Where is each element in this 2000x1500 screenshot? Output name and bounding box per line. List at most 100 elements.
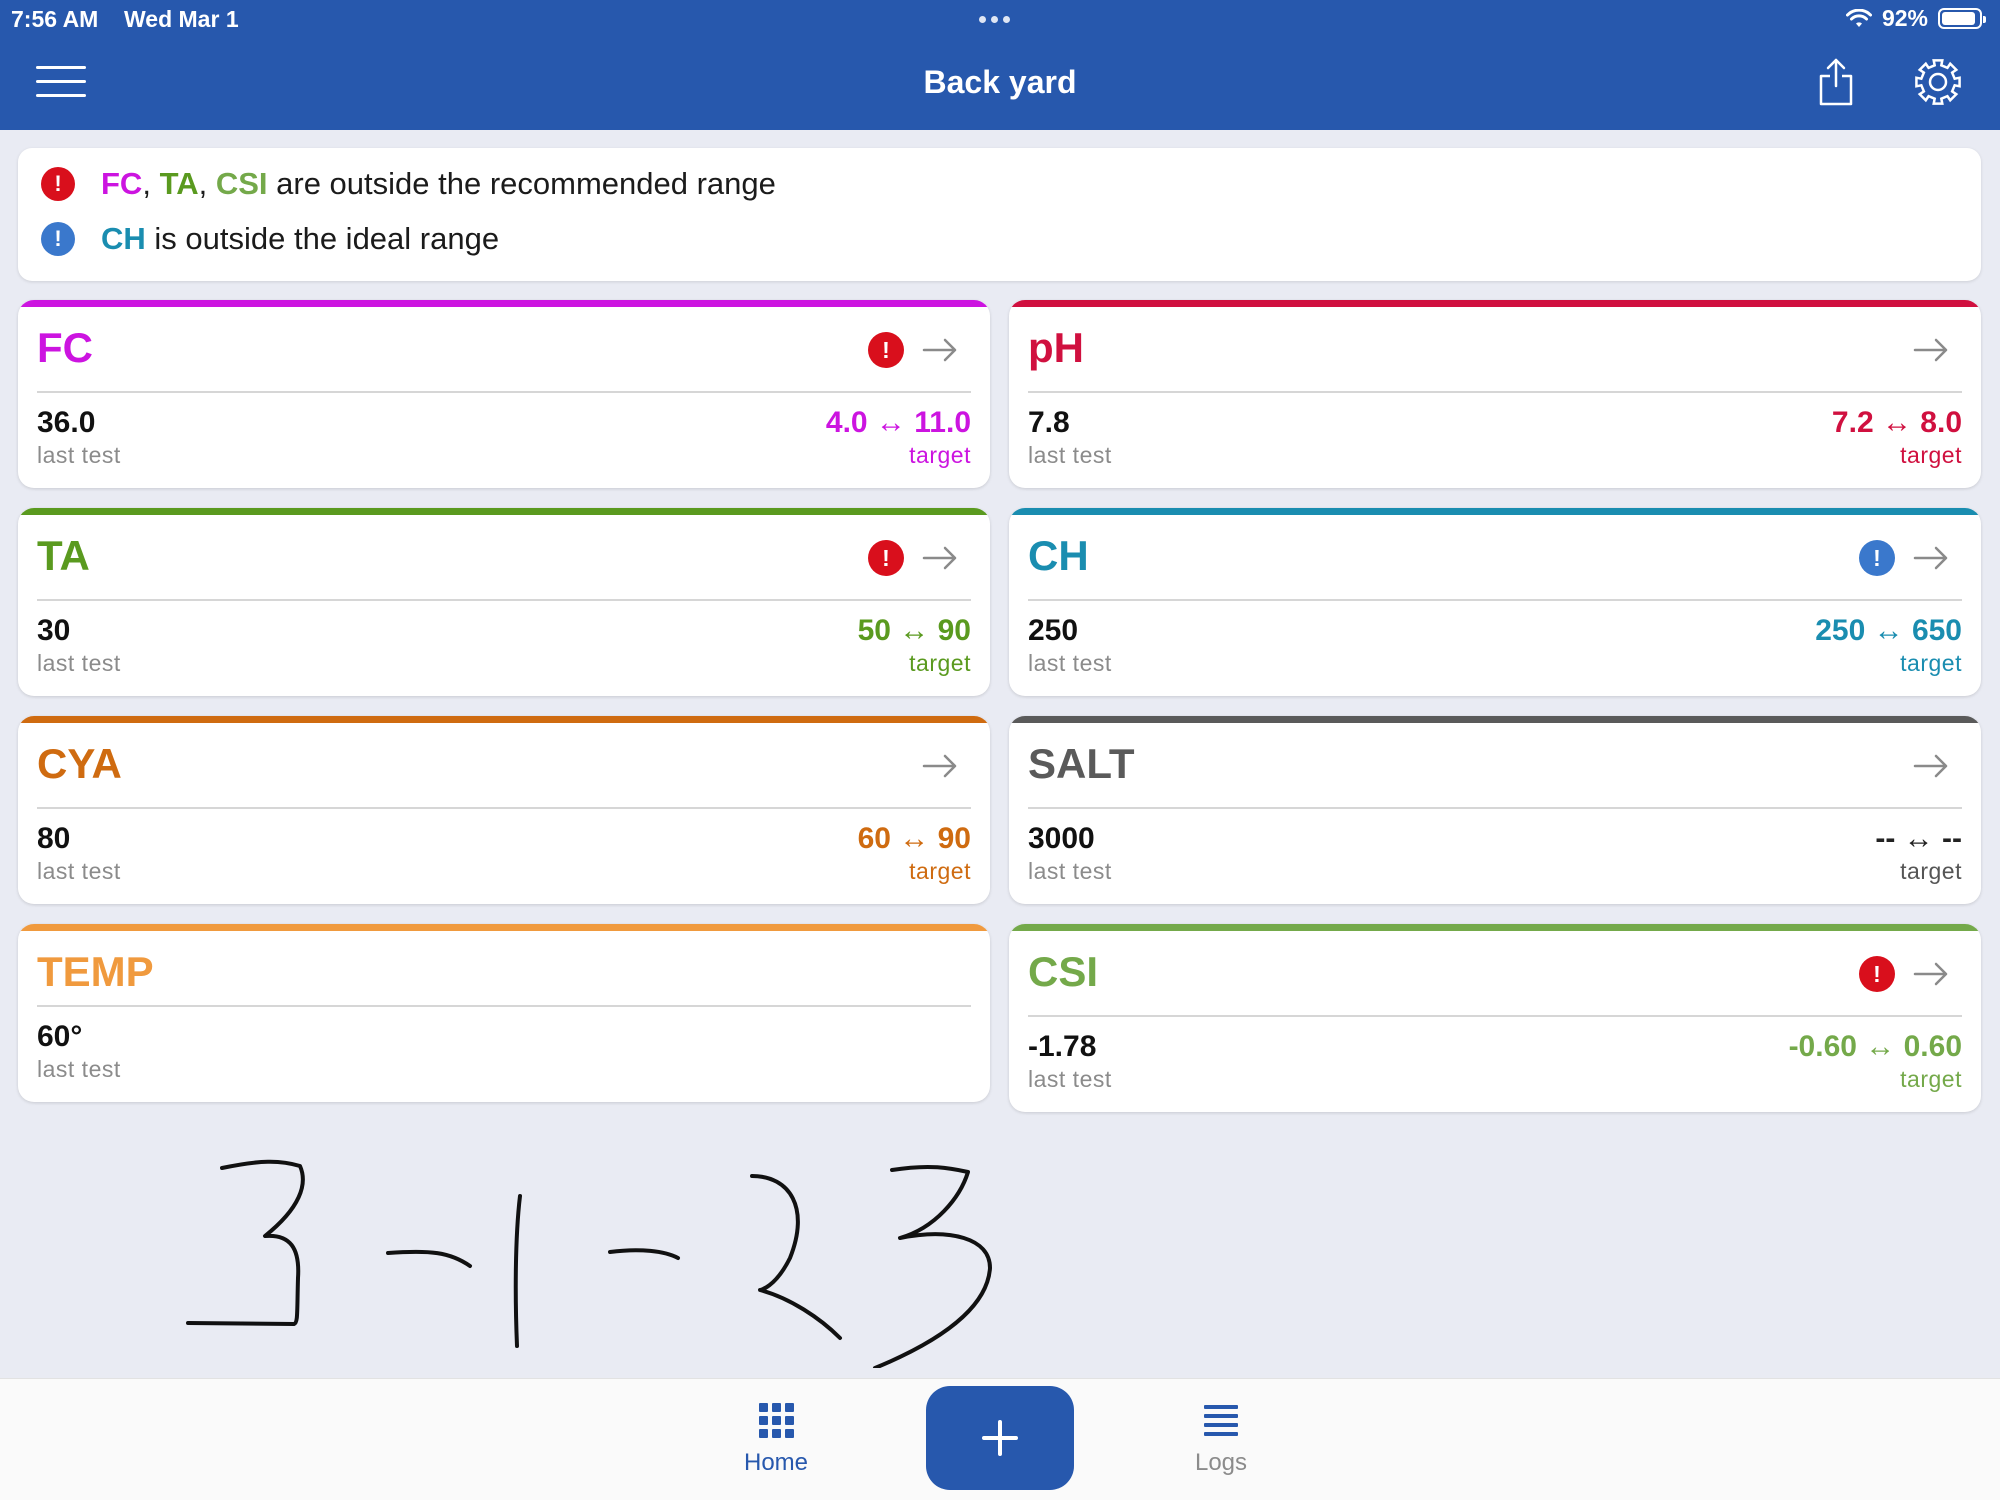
last-test-label: last test <box>37 1056 121 1082</box>
card-accent-bar <box>18 300 990 307</box>
card-title: CSI <box>1028 948 1099 995</box>
card-ph[interactable]: pH 7.8 last test 7.2 ↔ 8.0 target <box>1009 300 1981 488</box>
arrow-right-icon[interactable] <box>1911 746 1951 786</box>
info-exclamation-icon: ! <box>41 222 75 256</box>
target-label: target <box>1900 858 1962 884</box>
status-right: 92% <box>1845 5 1986 32</box>
info-exclamation-icon: ! <box>1859 540 1895 576</box>
card-csi[interactable]: CSI! -1.78 last test -0.60 ↔ 0.60 target <box>1009 924 1981 1112</box>
card-divider <box>1028 1015 1962 1017</box>
last-test-label: last test <box>37 858 121 884</box>
card-divider <box>1028 807 1962 809</box>
last-test-value: 80 <box>37 822 71 855</box>
last-test-label: last test <box>37 650 121 676</box>
range-alert-banner: ! FC, TA, CSI are outside the recommende… <box>18 148 1981 281</box>
alert-text: FC, TA, CSI are outside the recommended … <box>101 166 776 201</box>
card-title: CH <box>1028 532 1089 579</box>
alert-param-ch: CH <box>101 221 146 256</box>
arrow-right-icon[interactable] <box>1911 330 1951 370</box>
card-cya[interactable]: CYA 80 last test 60 ↔ 90 target <box>18 716 990 904</box>
exclamation-circle-icon: ! <box>1859 956 1895 992</box>
tab-logs-label: Logs <box>1194 1449 1248 1476</box>
card-title: CYA <box>37 740 122 787</box>
target-range: -- ↔ -- <box>1875 822 1962 855</box>
last-test-label: last test <box>1028 650 1112 676</box>
exclamation-circle-icon: ! <box>41 167 75 201</box>
last-test-label: last test <box>1028 442 1112 468</box>
card-divider <box>1028 599 1962 601</box>
target-range: 4.0 ↔ 11.0 <box>825 406 971 439</box>
target-range: 60 ↔ 90 <box>857 822 971 855</box>
gear-icon[interactable] <box>1912 56 1964 108</box>
card-title: TEMP <box>37 948 154 995</box>
status-date: Wed Mar 1 <box>124 6 239 32</box>
target-label: target <box>1900 650 1962 676</box>
target-label: target <box>909 650 971 676</box>
card-fc[interactable]: FC! 36.0 last test 4.0 ↔ 11.0 target <box>18 300 990 488</box>
target-range: 250 ↔ 650 <box>1815 614 1962 647</box>
alert-message: are outside the recommended range <box>267 166 776 201</box>
add-test-button[interactable] <box>926 1386 1074 1490</box>
handwritten-date-note <box>186 1159 992 1368</box>
last-test-value: 36.0 <box>37 406 96 439</box>
card-salt[interactable]: SALT 3000 last test -- ↔ -- target <box>1009 716 1981 904</box>
card-title: FC <box>37 324 93 371</box>
alert-param-ta: TA <box>159 166 199 201</box>
card-divider <box>37 1005 971 1007</box>
card-divider <box>37 391 971 393</box>
arrow-right-icon[interactable] <box>920 538 960 578</box>
card-accent-bar <box>1009 300 1981 307</box>
target-label: target <box>1900 442 1962 468</box>
status-time: 7:56 AM <box>11 6 99 32</box>
alert-message: is outside the ideal range <box>145 221 500 256</box>
last-test-label: last test <box>37 442 121 468</box>
card-divider <box>1028 391 1962 393</box>
card-temp[interactable]: TEMP 60° last test <box>18 924 990 1102</box>
tab-home-label: Home <box>743 1449 809 1476</box>
target-label: target <box>909 442 971 468</box>
last-test-value: 3000 <box>1028 822 1095 855</box>
nav-header: 7:56 AM Wed Mar 1 92% Back yard <box>0 0 2000 130</box>
card-divider <box>37 599 971 601</box>
plus-icon <box>982 1420 1018 1456</box>
share-icon[interactable] <box>1816 56 1856 108</box>
page-title: Back yard <box>923 64 1077 100</box>
exclamation-circle-icon: ! <box>868 332 904 368</box>
card-accent-bar <box>18 508 990 515</box>
arrow-right-icon[interactable] <box>920 330 960 370</box>
card-accent-bar <box>1009 508 1981 515</box>
battery-icon <box>1938 8 1986 29</box>
target-label: target <box>909 858 971 884</box>
card-accent-bar <box>18 924 990 931</box>
target-label: target <box>1900 1066 1962 1092</box>
arrow-right-icon[interactable] <box>1911 538 1951 578</box>
last-test-value: 30 <box>37 614 71 647</box>
alert-ideal-range: ! CH is outside the ideal range <box>41 221 499 257</box>
card-accent-bar <box>1009 716 1981 723</box>
last-test-value: -1.78 <box>1028 1030 1097 1063</box>
card-accent-bar <box>1009 924 1981 931</box>
alert-text: CH is outside the ideal range <box>101 221 499 257</box>
arrow-right-icon[interactable] <box>920 746 960 786</box>
target-range: 7.2 ↔ 8.0 <box>1831 406 1962 439</box>
alert-param-csi: CSI <box>215 166 268 201</box>
last-test-value: 60° <box>37 1020 83 1053</box>
wifi-icon <box>1845 8 1872 27</box>
arrow-right-icon[interactable] <box>1911 954 1951 994</box>
card-ch[interactable]: CH! 250 last test 250 ↔ 650 target <box>1009 508 1981 696</box>
battery-percent: 92% <box>1881 5 1928 31</box>
tab-home[interactable]: Home <box>720 1399 832 1477</box>
last-test-label: last test <box>1028 1066 1112 1092</box>
tab-logs[interactable]: Logs <box>1165 1399 1277 1477</box>
alert-recommended-range: ! FC, TA, CSI are outside the recommende… <box>41 166 776 202</box>
card-ta[interactable]: TA! 30 last test 50 ↔ 90 target <box>18 508 990 696</box>
card-title: TA <box>37 532 90 579</box>
alert-param-fc: FC <box>101 166 143 201</box>
target-range: -0.60 ↔ 0.60 <box>1788 1030 1962 1063</box>
card-accent-bar <box>18 716 990 723</box>
grid-icon <box>759 1403 794 1438</box>
multitasking-dots-icon[interactable] <box>979 16 1010 23</box>
list-icon <box>1204 1405 1238 1436</box>
last-test-label: last test <box>1028 858 1112 884</box>
target-range: 50 ↔ 90 <box>857 614 971 647</box>
